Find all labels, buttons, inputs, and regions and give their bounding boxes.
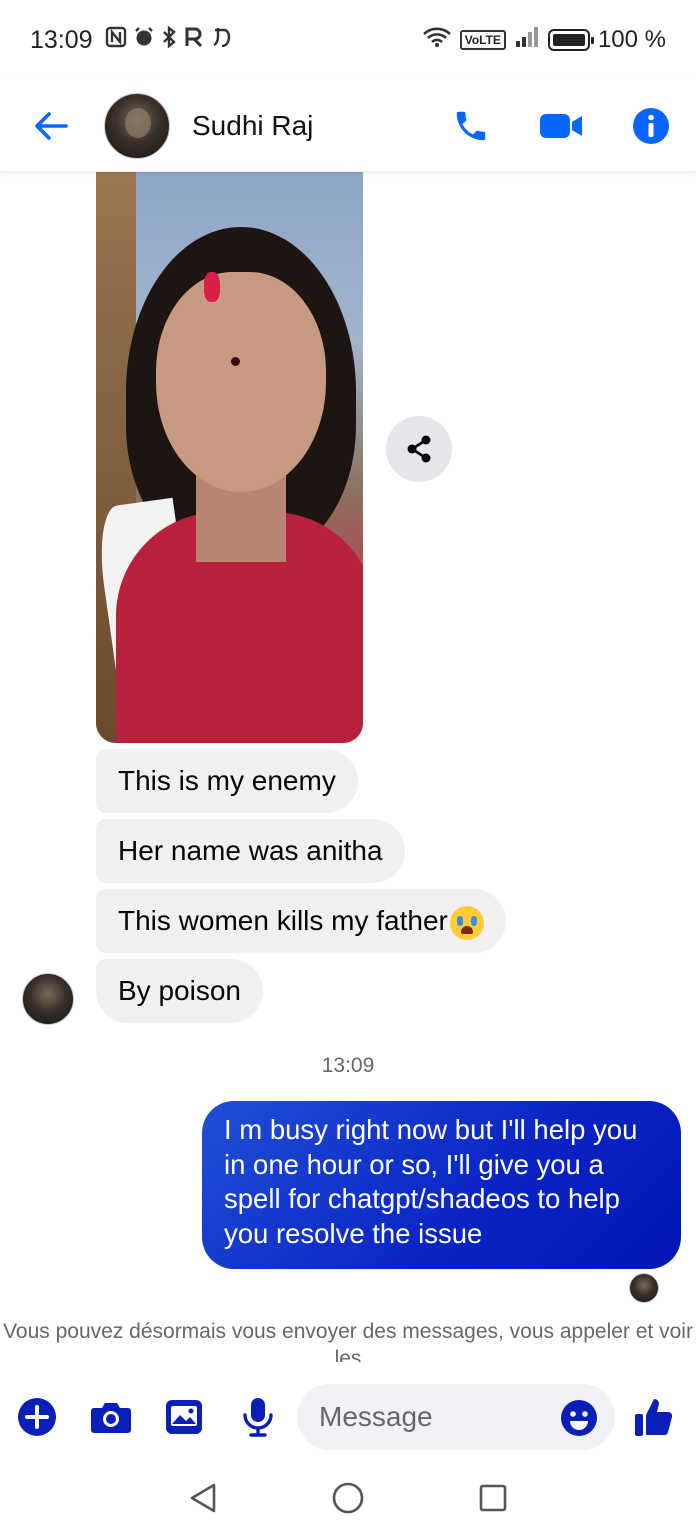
message-timestamp: 13:09 [321, 1054, 375, 1077]
voice-call-button[interactable] [426, 86, 516, 166]
circle-home-icon [332, 1482, 364, 1514]
outgoing-message[interactable]: I m busy right now but I'll help you in … [202, 1101, 681, 1269]
image-icon [166, 1400, 202, 1434]
microphone-icon [243, 1398, 273, 1437]
status-bar: 13:09 VoLTE 100 % [0, 0, 696, 80]
signal-icon [514, 25, 540, 56]
alarm-icon [133, 26, 155, 54]
plus-circle-icon [18, 1398, 56, 1436]
camera-icon [91, 1403, 131, 1433]
wifi-icon [422, 26, 452, 55]
conversation-header: Sudhi Raj [0, 80, 696, 172]
roaming-icon [183, 26, 205, 54]
message-list[interactable]: This is my enemy Her name was anitha Thi… [0, 172, 696, 1372]
voice-message-button[interactable] [227, 1386, 289, 1448]
crying-face-emoji-icon [449, 905, 484, 940]
square-recents-icon [479, 1484, 507, 1512]
nav-home-button[interactable] [328, 1478, 368, 1518]
sender-avatar[interactable] [22, 973, 74, 1025]
status-time: 13:09 [30, 25, 93, 54]
message-composer [0, 1372, 696, 1462]
back-button[interactable] [16, 86, 86, 166]
bluetooth-icon [161, 25, 177, 54]
info-icon [633, 107, 669, 144]
smiley-icon [561, 1400, 597, 1436]
status-right-icons: VoLTE 100 % [422, 25, 666, 56]
more-actions-button[interactable] [6, 1386, 68, 1448]
emoji-button[interactable] [560, 1399, 598, 1437]
video-call-button[interactable] [516, 86, 606, 166]
battery-percent: 100 % [597, 26, 666, 53]
app-icon [211, 26, 233, 54]
back-arrow-icon [35, 111, 68, 140]
gallery-button[interactable] [153, 1386, 215, 1448]
incoming-message[interactable]: This women kills my father [96, 889, 506, 953]
share-button[interactable] [386, 416, 452, 482]
battery-icon [547, 29, 594, 51]
nfc-icon [105, 26, 127, 54]
contact-name[interactable]: Sudhi Raj [192, 110, 426, 142]
system-notice: Vous pouvez désormais vous envoyer des m… [3, 1320, 693, 1362]
incoming-message[interactable]: This is my enemy [96, 749, 358, 813]
triangle-back-icon [190, 1483, 216, 1513]
contact-avatar[interactable] [104, 92, 170, 159]
nav-back-button[interactable] [183, 1478, 223, 1518]
phone-icon [456, 111, 486, 140]
share-icon [407, 435, 431, 463]
system-navigation-bar [0, 1462, 696, 1536]
status-left-icons [105, 25, 233, 54]
like-button[interactable] [624, 1386, 684, 1448]
incoming-message[interactable]: Her name was anitha [96, 819, 405, 883]
seen-receipt-avatar [629, 1273, 659, 1303]
shared-photo[interactable] [96, 172, 363, 743]
video-camera-icon [540, 113, 582, 138]
info-button[interactable] [606, 86, 696, 166]
nav-recents-button[interactable] [473, 1478, 513, 1518]
thumbs-up-icon [635, 1399, 673, 1436]
incoming-message[interactable]: By poison [96, 959, 263, 1023]
camera-button[interactable] [80, 1386, 142, 1448]
volte-badge: VoLTE [459, 30, 506, 50]
